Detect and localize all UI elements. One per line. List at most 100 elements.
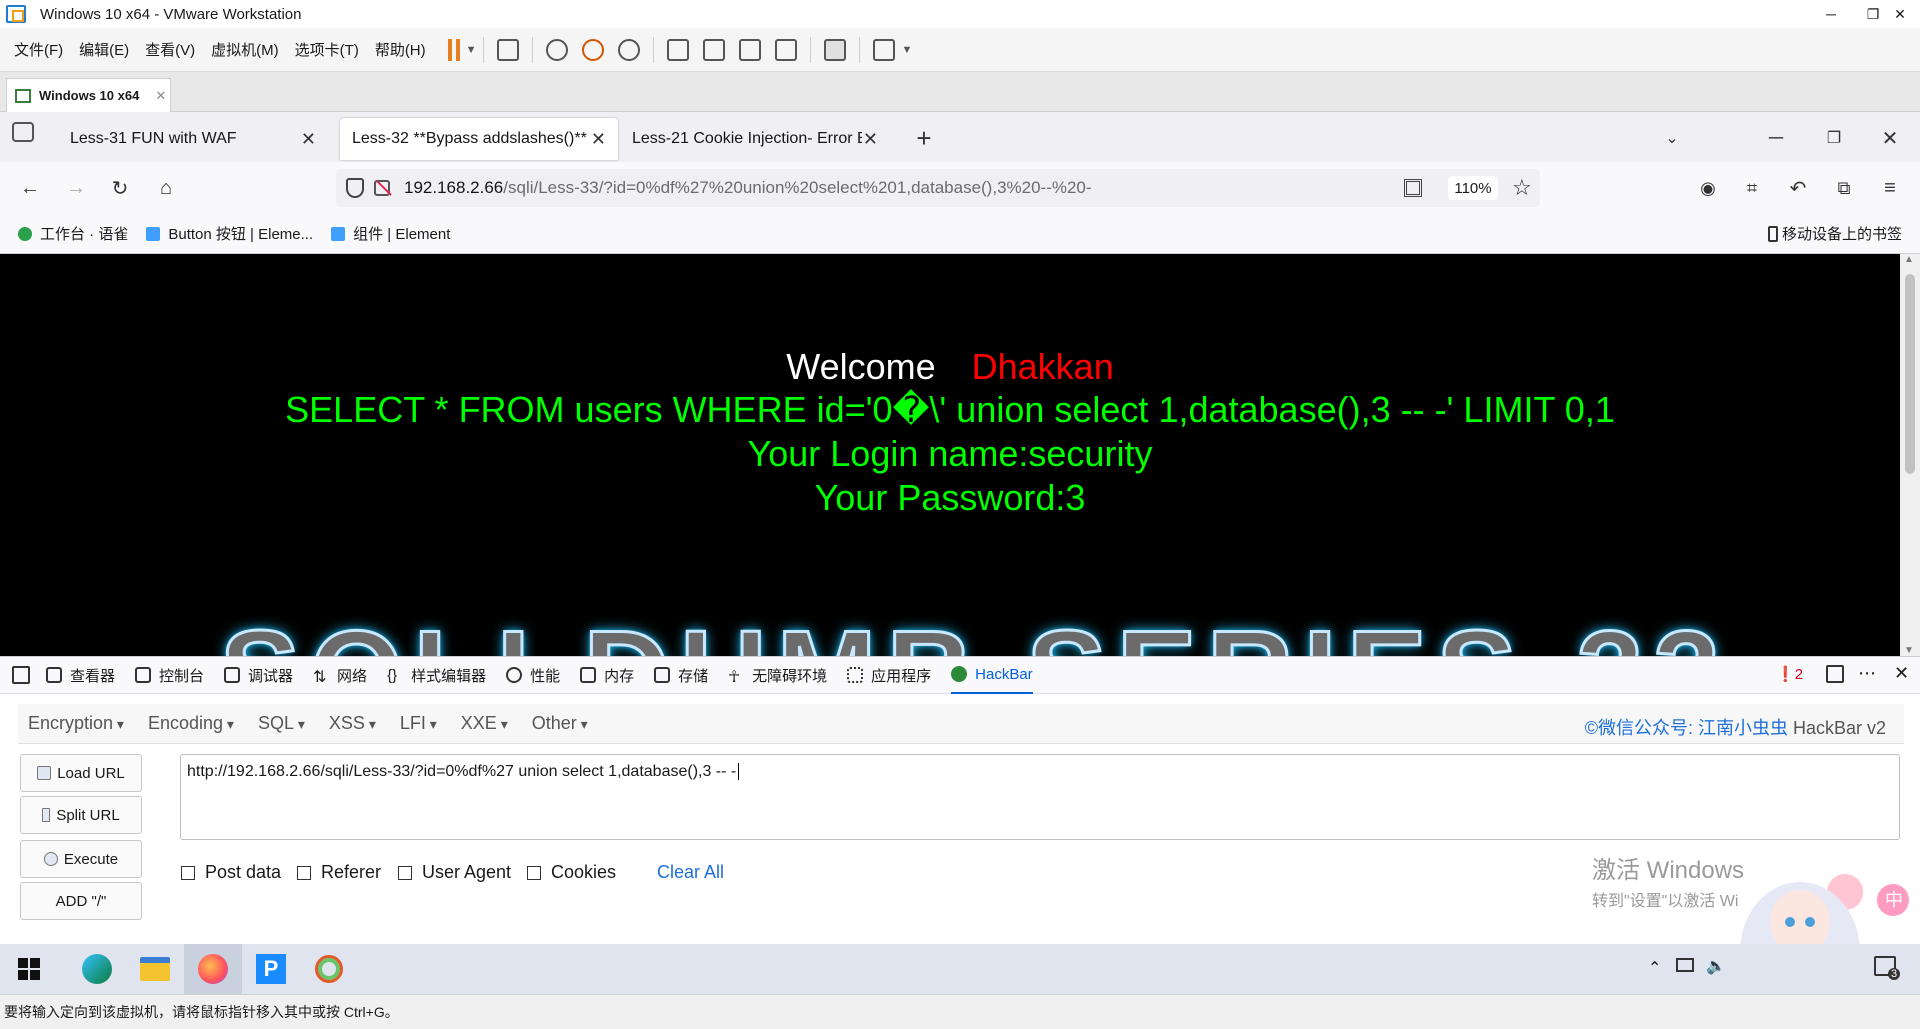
more-options-icon[interactable]: ⋯ <box>1858 663 1876 684</box>
taskbar-app[interactable] <box>300 944 358 994</box>
scroll-thumb[interactable] <box>1905 274 1915 474</box>
bookmark-item[interactable]: 工作台 · 语雀 <box>18 223 128 244</box>
load-url-button[interactable]: Load URL <box>20 754 142 792</box>
vm-tab[interactable]: Windows 10 x64 ✕ <box>6 78 171 112</box>
bookmark-star-icon[interactable]: ☆ <box>1512 175 1532 201</box>
account-icon[interactable]: ◉ <box>1694 174 1722 202</box>
minimize-button[interactable]: ─ <box>1808 0 1854 28</box>
back-icon[interactable]: ← <box>16 174 44 202</box>
menu-vm[interactable]: 虚拟机(M) <box>203 39 287 60</box>
bookmark-item[interactable]: Button 按钮 | Eleme... <box>146 223 313 244</box>
menu-xxe[interactable]: XXE <box>461 713 508 734</box>
menu-xss[interactable]: XSS <box>329 713 376 734</box>
tracking-protection-icon[interactable] <box>346 178 364 198</box>
bookmark-item[interactable]: 组件 | Element <box>331 223 450 244</box>
undo-icon[interactable]: ↶ <box>1784 174 1812 202</box>
page-scrollbar[interactable]: ▲ ▼ <box>1900 254 1920 656</box>
new-tab-button[interactable]: + <box>910 123 938 153</box>
taskbar-explorer[interactable] <box>126 944 184 994</box>
taskbar-edge[interactable] <box>68 944 126 994</box>
reload-icon[interactable]: ↻ <box>106 174 134 202</box>
post-data-checkbox[interactable]: Post data <box>181 862 281 883</box>
crop-icon[interactable]: ⌗ <box>1738 174 1766 202</box>
vm-tab-close-icon[interactable]: ✕ <box>155 88 166 104</box>
volume-tray-icon[interactable]: 🔈 <box>1706 956 1726 976</box>
list-tabs-icon[interactable]: ⌄ <box>1658 124 1686 152</box>
pause-icon[interactable] <box>447 38 460 61</box>
browser-minimize-button[interactable]: ─ <box>1762 124 1790 152</box>
ime-indicator[interactable]: 中 <box>1885 890 1903 911</box>
menu-sql[interactable]: SQL <box>258 713 305 734</box>
tab-debugger[interactable]: 调试器 <box>224 665 293 686</box>
zoom-level[interactable]: 110% <box>1448 176 1498 200</box>
url-bar[interactable]: 192.168.2.66/sqli/Less-33/?id=0%df%27%20… <box>336 169 1540 207</box>
credit-link[interactable]: ©微信公众号: 江南小虫虫 <box>1585 718 1788 738</box>
menu-file[interactable]: 文件(F) <box>6 39 71 60</box>
menu-edit[interactable]: 编辑(E) <box>71 39 137 60</box>
send-ctrl-alt-del-icon[interactable] <box>496 38 519 61</box>
tab-console[interactable]: 控制台 <box>135 665 204 686</box>
tab-performance[interactable]: 性能 <box>506 665 560 686</box>
console-view-icon[interactable] <box>823 38 846 61</box>
mobile-bookmarks[interactable]: 移动设备上的书签 <box>1767 223 1902 244</box>
browser-tab[interactable]: Less-21 Cookie Injection- Error B ✕ <box>620 118 890 160</box>
tab-hackbar[interactable]: HackBar <box>951 656 1033 694</box>
tab-memory[interactable]: 内存 <box>580 665 634 686</box>
home-icon[interactable]: ⌂ <box>152 174 180 202</box>
menu-view[interactable]: 查看(V) <box>137 39 203 60</box>
tab-overview-icon[interactable] <box>12 122 34 142</box>
revert-snapshot-icon[interactable] <box>581 38 604 61</box>
error-indicator[interactable]: ❗2 <box>1776 665 1803 683</box>
tab-storage[interactable]: 存储 <box>654 665 708 686</box>
stretch-dropdown-icon[interactable]: ▼ <box>902 44 913 56</box>
split-url-button[interactable]: Split URL <box>20 796 142 834</box>
qr-code-icon[interactable] <box>1404 179 1422 197</box>
close-tab-icon[interactable]: ✕ <box>591 129 606 150</box>
add-slash-button[interactable]: ADD "/" <box>20 882 142 920</box>
user-agent-checkbox[interactable]: User Agent <box>398 862 511 883</box>
close-tab-icon[interactable]: ✕ <box>863 129 878 150</box>
thumbnail-bar-icon[interactable] <box>702 38 725 61</box>
clear-all-link[interactable]: Clear All <box>657 862 724 883</box>
checkbox-box[interactable] <box>181 865 195 880</box>
menu-encryption[interactable]: Encryption <box>28 713 124 734</box>
app-menu-icon[interactable]: ≡ <box>1876 174 1904 202</box>
unity-icon[interactable] <box>774 38 797 61</box>
close-button[interactable]: ✕ <box>1880 0 1920 28</box>
menu-lfi[interactable]: LFI <box>400 713 437 734</box>
tab-style-editor[interactable]: {} 样式编辑器 <box>387 665 486 686</box>
checkbox-box[interactable] <box>297 865 311 880</box>
tab-accessibility[interactable]: ☥ 无障碍环境 <box>728 665 827 687</box>
element-picker-icon[interactable] <box>12 666 30 684</box>
network-tray-icon[interactable] <box>1676 958 1694 972</box>
stretch-guest-icon[interactable] <box>872 38 895 61</box>
snapshot-icon[interactable] <box>545 38 568 61</box>
snapshot-manager-icon[interactable] <box>617 38 640 61</box>
tab-application[interactable]: 应用程序 <box>847 665 931 686</box>
menu-help[interactable]: 帮助(H) <box>367 39 434 60</box>
scroll-up-icon[interactable]: ▲ <box>1904 254 1914 265</box>
dock-side-icon[interactable] <box>1826 665 1844 683</box>
tab-inspector[interactable]: 查看器 <box>46 665 115 686</box>
hackbar-url-input[interactable]: http://192.168.2.66/sqli/Less-33/?id=0%d… <box>180 754 1900 840</box>
execute-button[interactable]: Execute <box>20 840 142 878</box>
scroll-down-icon[interactable]: ▼ <box>1904 645 1914 656</box>
insecure-lock-icon[interactable] <box>374 180 392 196</box>
checkbox-box[interactable] <box>527 865 541 880</box>
browser-tab[interactable]: Less-31 FUN with WAF ✕ <box>58 118 328 160</box>
tray-overflow-icon[interactable]: ⌃ <box>1648 958 1661 978</box>
browser-close-button[interactable]: ✕ <box>1876 124 1904 152</box>
taskbar-pycharm[interactable]: P <box>242 944 300 994</box>
fullscreen-icon[interactable] <box>738 38 761 61</box>
menu-other[interactable]: Other <box>532 713 588 734</box>
start-button[interactable] <box>0 944 58 994</box>
close-tab-icon[interactable]: ✕ <box>301 129 316 150</box>
menu-tabs[interactable]: 选项卡(T) <box>287 39 367 60</box>
forward-icon[interactable]: → <box>62 174 90 202</box>
menu-encoding[interactable]: Encoding <box>148 713 234 734</box>
browser-restore-button[interactable]: ❐ <box>1820 124 1848 152</box>
close-devtools-icon[interactable]: ✕ <box>1894 663 1909 684</box>
referer-checkbox[interactable]: Referer <box>297 862 381 883</box>
extensions-icon[interactable]: ⧉ <box>1830 174 1858 202</box>
library-view-icon[interactable] <box>666 38 689 61</box>
